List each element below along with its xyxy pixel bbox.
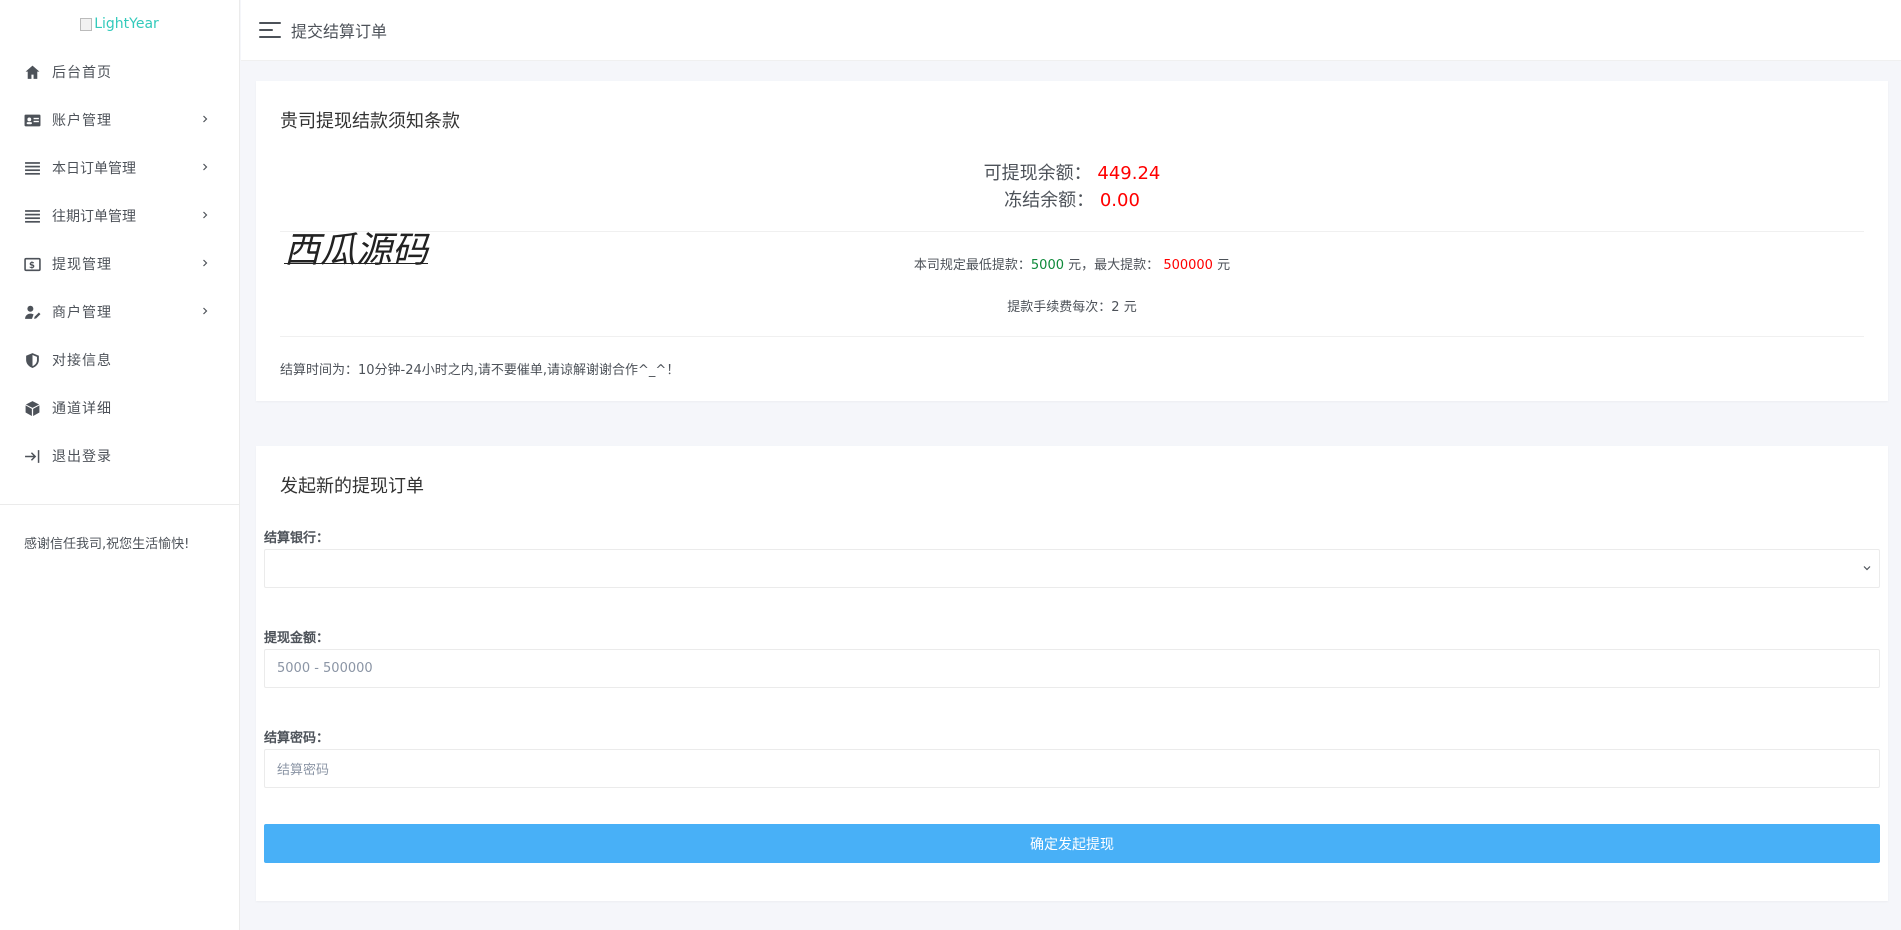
fee-text: 提款手续费每次：2 元 — [1007, 300, 1137, 315]
sidebar-item-past-orders[interactable]: 往期订单管理 — [0, 192, 239, 240]
svg-text:$: $ — [29, 260, 36, 270]
shield-icon — [22, 350, 42, 370]
available-balance-label: 可提现余额： — [983, 163, 1092, 184]
min-label: 本司规定最低提款： — [913, 258, 1031, 273]
settlement-note: 结算时间为：10分钟-24小时之内,请不要催单,请谅解谢谢合作^_^！ — [280, 363, 680, 378]
sidebar-item-dashboard[interactable]: 后台首页 — [0, 48, 239, 96]
sidebar-item-label: 往期订单管理 — [52, 209, 136, 225]
unit-text: 元 — [1068, 258, 1082, 273]
bank-label: 结算银行： — [264, 531, 330, 546]
chevron-right-icon — [199, 209, 211, 221]
sidebar-item-label: 商户管理 — [52, 305, 112, 321]
bank-select[interactable] — [264, 549, 1880, 588]
sidebar-item-account[interactable]: 账户管理 — [0, 96, 239, 144]
sidebar-item-integration[interactable]: 对接信息 — [0, 336, 239, 384]
sidebar-item-label: 本日订单管理 — [52, 161, 136, 177]
frozen-balance: 冻结余额： 0.00 — [256, 186, 1888, 212]
id-card-icon — [22, 110, 42, 130]
withdraw-limits: 本司规定最低提款：5000 元，最大提款： 500000 元 — [256, 254, 1888, 273]
chevron-right-icon — [199, 161, 211, 173]
chevron-right-icon — [199, 305, 211, 317]
chevron-right-icon — [199, 113, 211, 125]
top-header: 提交结算订单 — [241, 0, 1901, 61]
list-icon — [22, 158, 42, 178]
chevron-right-icon — [199, 257, 211, 269]
sidebar-item-label: 提现管理 — [52, 257, 112, 273]
amount-input[interactable]: 5000 - 500000 — [264, 649, 1880, 688]
sidebar-item-channels[interactable]: 通道详细 — [0, 384, 239, 432]
withdraw-form-title: 发起新的提现订单 — [280, 476, 424, 497]
divider — [280, 336, 1864, 337]
password-input[interactable]: 结算密码 — [264, 749, 1880, 788]
available-balance: 可提现余额： 449.24 — [256, 159, 1888, 185]
menu-toggle-icon[interactable] — [259, 22, 281, 38]
page-title: 提交结算订单 — [291, 22, 388, 41]
list-icon — [22, 206, 42, 226]
logout-icon — [22, 446, 42, 466]
withdraw-form-card: 发起新的提现订单 结算银行： 提现金额： 5000 - 500000 结算密码：… — [256, 446, 1888, 901]
broken-image-icon — [80, 17, 93, 31]
sidebar-footer-text: 感谢信任我司,祝您生活愉快! — [24, 537, 190, 552]
frozen-balance-label: 冻结余额： — [1004, 190, 1095, 211]
submit-withdraw-button[interactable]: 确定发起提现 — [264, 824, 1880, 863]
divider — [280, 231, 1864, 232]
logo-image: LightYear — [80, 16, 159, 32]
terms-card-title: 贵司提现结款须知条款 — [280, 111, 460, 132]
home-icon — [22, 62, 42, 82]
user-edit-icon — [22, 302, 42, 322]
sidebar-item-label: 对接信息 — [52, 353, 112, 369]
amount-label: 提现金额： — [264, 631, 330, 646]
money-icon: $ — [22, 254, 42, 274]
terms-card: 贵司提现结款须知条款 可提现余额： 449.24 冻结余额： 0.00 西瓜源码… — [256, 81, 1888, 401]
available-balance-value: 449.24 — [1097, 163, 1161, 184]
sidebar-item-withdraw[interactable]: $ 提现管理 — [0, 240, 239, 288]
chevron-down-icon — [1861, 562, 1873, 574]
password-label: 结算密码： — [264, 731, 330, 746]
sidebar: LightYear 后台首页 账户管理 本日订单管理 往期订单管理 $ 提现管理 — [0, 0, 240, 930]
max-label: ，最大提款： — [1081, 258, 1160, 273]
unit-text: 元 — [1217, 258, 1231, 273]
max-value: 500000 — [1163, 258, 1213, 273]
sidebar-item-today-orders[interactable]: 本日订单管理 — [0, 144, 239, 192]
cube-icon — [22, 398, 42, 418]
logo[interactable]: LightYear — [0, 0, 239, 48]
sidebar-item-label: 后台首页 — [52, 65, 112, 81]
sidebar-item-label: 通道详细 — [52, 401, 112, 417]
min-value: 5000 — [1030, 258, 1064, 273]
sidebar-item-logout[interactable]: 退出登录 — [0, 432, 239, 480]
frozen-balance-value: 0.00 — [1099, 190, 1140, 211]
logo-alt-text: LightYear — [94, 16, 159, 32]
sidebar-item-label: 退出登录 — [52, 449, 112, 465]
sidebar-item-label: 账户管理 — [52, 113, 112, 129]
sidebar-item-merchant[interactable]: 商户管理 — [0, 288, 239, 336]
